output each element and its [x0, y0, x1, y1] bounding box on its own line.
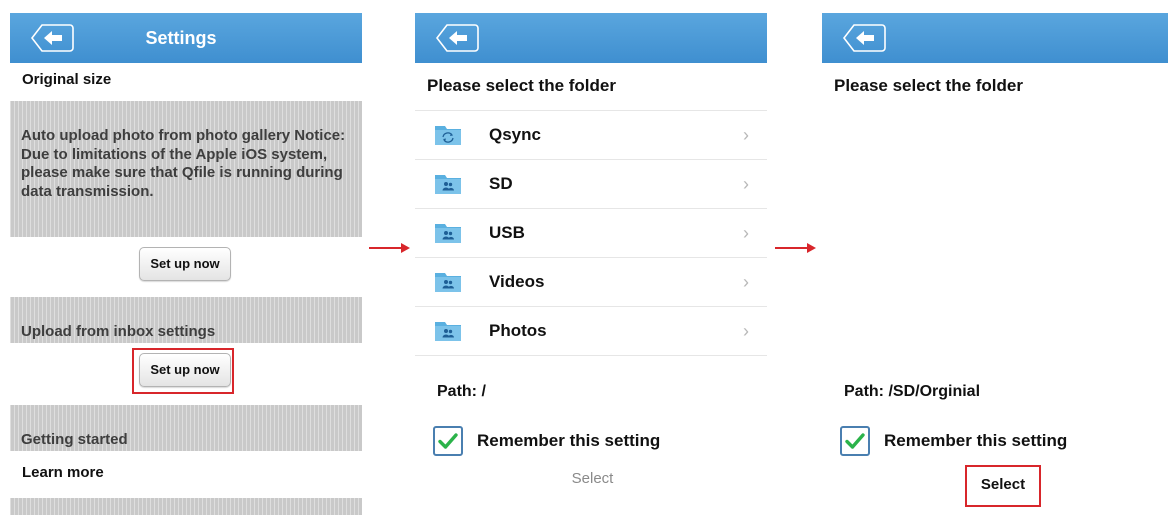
back-arrow-icon: [435, 24, 479, 52]
list-item[interactable]: SD ›: [415, 160, 767, 209]
auto-upload-button-row: Set up now: [10, 237, 362, 297]
select-button[interactable]: Select: [965, 476, 1041, 493]
list-item[interactable]: USB ›: [415, 209, 767, 258]
page-title: Settings: [145, 28, 217, 48]
original-size-option[interactable]: Original size: [10, 65, 362, 100]
chevron-right-icon: ›: [743, 321, 749, 341]
navigation-bar: [415, 13, 767, 63]
back-button[interactable]: [842, 23, 886, 53]
settings-screen: Settings Original size Auto upload photo…: [10, 13, 362, 515]
folder-name: Videos: [489, 272, 545, 291]
folder-name: USB: [489, 223, 525, 242]
list-item[interactable]: Qsync ›: [415, 111, 767, 160]
back-arrow-icon: [842, 24, 886, 52]
section-divider: [10, 498, 362, 515]
shared-folder-icon: [435, 322, 461, 341]
chevron-right-icon: ›: [743, 125, 749, 145]
chevron-right-icon: ›: [743, 174, 749, 194]
folder-name: Photos: [489, 321, 547, 340]
checkmark-icon: [845, 433, 865, 449]
flow-arrow-icon: [369, 243, 410, 253]
chevron-right-icon: ›: [743, 272, 749, 292]
list-item[interactable]: Photos ›: [415, 307, 767, 356]
back-button[interactable]: [435, 23, 479, 53]
getting-started-label: Getting started: [21, 431, 128, 448]
flow-arrow-icon: [775, 243, 816, 253]
remember-checkbox[interactable]: [433, 426, 463, 456]
inbox-setup-button[interactable]: Set up now: [139, 353, 231, 387]
shared-folder-icon: [435, 273, 461, 292]
navigation-bar: [822, 13, 1168, 63]
navigation-bar: Settings: [10, 13, 362, 63]
inbox-upload-button-row: Set up now: [10, 343, 362, 405]
folder-selected-screen: Please select the folder Path: /SD/Orgin…: [822, 13, 1168, 515]
folder-select-heading: Please select the folder: [427, 76, 616, 95]
shared-folder-icon: [435, 224, 461, 243]
current-path: Path: /SD/Orginial: [844, 383, 981, 400]
sync-folder-icon: [435, 126, 461, 145]
shared-folder-icon: [435, 175, 461, 194]
auto-upload-setup-button[interactable]: Set up now: [139, 247, 231, 281]
current-path: Path: /: [437, 383, 486, 400]
list-item[interactable]: [415, 356, 767, 371]
folder-name: SD: [489, 174, 513, 193]
folder-select-heading: Please select the folder: [834, 76, 1023, 95]
folder-list: Qsync › SD › USB › Videos › Photos ›: [415, 110, 767, 371]
auto-upload-section: Auto upload photo from photo gallery Not…: [10, 101, 362, 237]
folder-name: Qsync: [489, 125, 541, 144]
list-item[interactable]: Videos ›: [415, 258, 767, 307]
inbox-upload-section: Upload from inbox settings: [10, 297, 362, 343]
inbox-upload-label: Upload from inbox settings: [21, 323, 216, 340]
auto-upload-notice: Auto upload photo from photo gallery Not…: [21, 127, 346, 200]
remember-label: Remember this setting: [884, 431, 1068, 450]
remember-checkbox[interactable]: [840, 426, 870, 456]
learn-more-link[interactable]: Learn more: [10, 453, 362, 493]
checkmark-icon: [438, 433, 458, 449]
remember-label: Remember this setting: [477, 431, 661, 450]
select-button[interactable]: Select: [555, 470, 630, 487]
folder-icon: [434, 367, 462, 371]
folder-select-screen: Please select the folder Qsync › SD › US…: [415, 13, 767, 515]
getting-started-section: Getting started: [10, 405, 362, 451]
chevron-right-icon: ›: [743, 223, 749, 243]
